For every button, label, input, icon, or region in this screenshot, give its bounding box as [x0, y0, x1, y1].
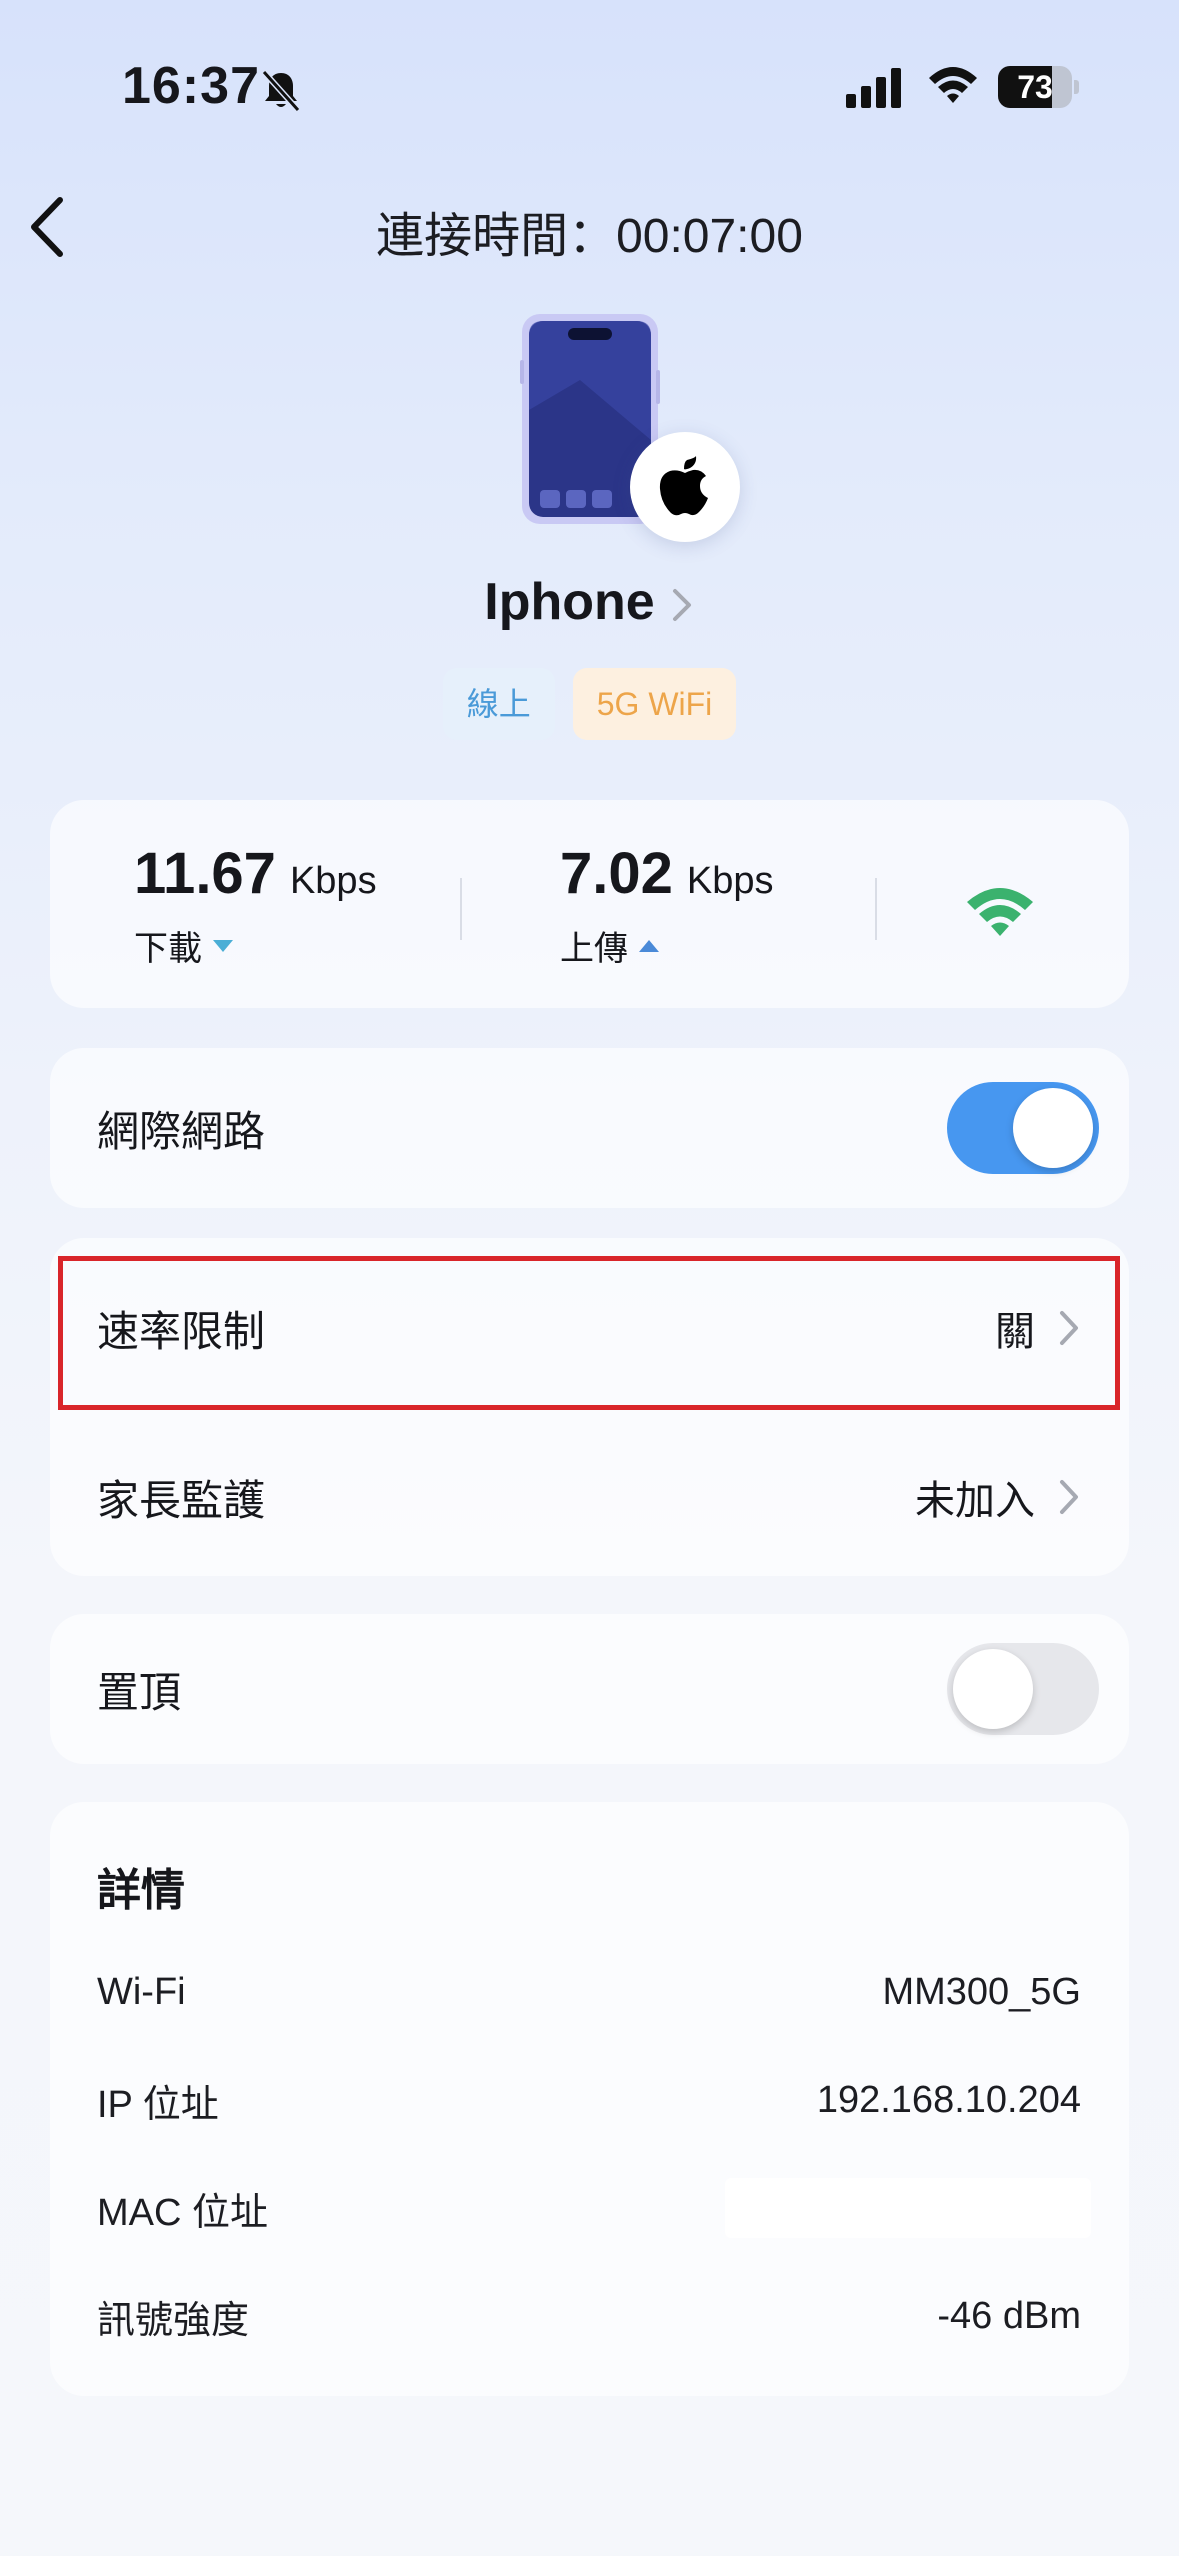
band-tag: 5G WiFi	[572, 668, 737, 740]
online-status-tag: 線上	[442, 668, 555, 740]
parental-control-value: 未加入	[915, 1479, 1035, 1523]
apple-logo-badge	[630, 432, 740, 542]
download-speed: 11.67 Kbps 下載	[134, 840, 377, 970]
internet-label: 網際網路	[97, 1107, 266, 1155]
download-speed-unit: Kbps	[289, 860, 377, 902]
chevron-right-icon	[672, 589, 691, 622]
detail-label: IP 位址	[97, 2083, 219, 2126]
parental-control-row[interactable]: 家長監護 未加入	[50, 1418, 1129, 1576]
speed-card: 11.67 Kbps 下載 7.02 Kbps 上傳	[50, 800, 1129, 1008]
chevron-right-icon	[1060, 1311, 1078, 1345]
pin-top-label: 置頂	[97, 1668, 182, 1716]
rate-limit-row[interactable]: 速率限制 關	[50, 1238, 1129, 1418]
upload-speed-unit: Kbps	[686, 860, 774, 902]
device-tags: 線上 5G WiFi	[0, 668, 1179, 740]
pin-top-toggle[interactable]	[947, 1643, 1099, 1735]
download-arrow-icon	[213, 939, 233, 952]
download-label: 下載	[134, 930, 202, 968]
internet-row: 網際網路	[50, 1048, 1129, 1208]
detail-value: MM300_5G	[882, 1970, 1081, 2013]
download-speed-value: 11.67	[134, 841, 276, 906]
details-title: 詳情	[97, 1866, 185, 1915]
bell-muted-icon	[261, 69, 301, 113]
detail-row-signal: 訊號強度 -46 dBm	[97, 2286, 1081, 2346]
detail-label: 訊號強度	[97, 2299, 250, 2342]
speed-divider	[460, 878, 462, 940]
internet-toggle[interactable]	[947, 1082, 1099, 1174]
cellular-signal-icon	[846, 68, 901, 108]
upload-arrow-icon	[639, 939, 659, 952]
chevron-right-icon	[1060, 1480, 1078, 1514]
battery-level: 73	[1017, 69, 1053, 105]
detail-row-mac: MAC 位址	[97, 2178, 1091, 2238]
pin-top-row: 置頂	[50, 1614, 1129, 1764]
detail-label: Wi-Fi	[97, 1970, 186, 2013]
status-bar: 16:37 73	[0, 0, 1179, 170]
upload-speed: 7.02 Kbps 上傳	[560, 840, 774, 970]
details-card: 詳情 Wi-Fi MM300_5G IP 位址 192.168.10.204 M…	[50, 1802, 1129, 2396]
detail-row-ip: IP 位址 192.168.10.204	[97, 2070, 1081, 2130]
detail-value: 192.168.10.204	[816, 2078, 1081, 2121]
device-name-link[interactable]: Iphone	[0, 572, 1179, 632]
connection-time-title: 連接時間：00:07:00	[376, 210, 803, 263]
mac-address-redacted	[725, 2178, 1091, 2238]
upload-label: 上傳	[560, 930, 628, 968]
wifi-status-icon	[929, 67, 977, 103]
parental-control-label: 家長監護	[97, 1476, 266, 1524]
detail-label: MAC 位址	[97, 2191, 269, 2234]
speed-divider	[875, 878, 877, 940]
device-name: Iphone	[484, 573, 655, 631]
rate-limit-label: 速率限制	[97, 1307, 266, 1355]
detail-row-wifi: Wi-Fi MM300_5G	[97, 1962, 1081, 2022]
battery-indicator: 73	[998, 66, 1079, 108]
wifi-signal-strength-icon	[967, 888, 1033, 936]
status-time: 16:37	[122, 57, 260, 115]
rate-limit-value: 關	[995, 1310, 1035, 1354]
apple-icon	[659, 456, 708, 516]
upload-speed-value: 7.02	[560, 841, 673, 906]
detail-value: -46 dBm	[937, 2294, 1081, 2337]
